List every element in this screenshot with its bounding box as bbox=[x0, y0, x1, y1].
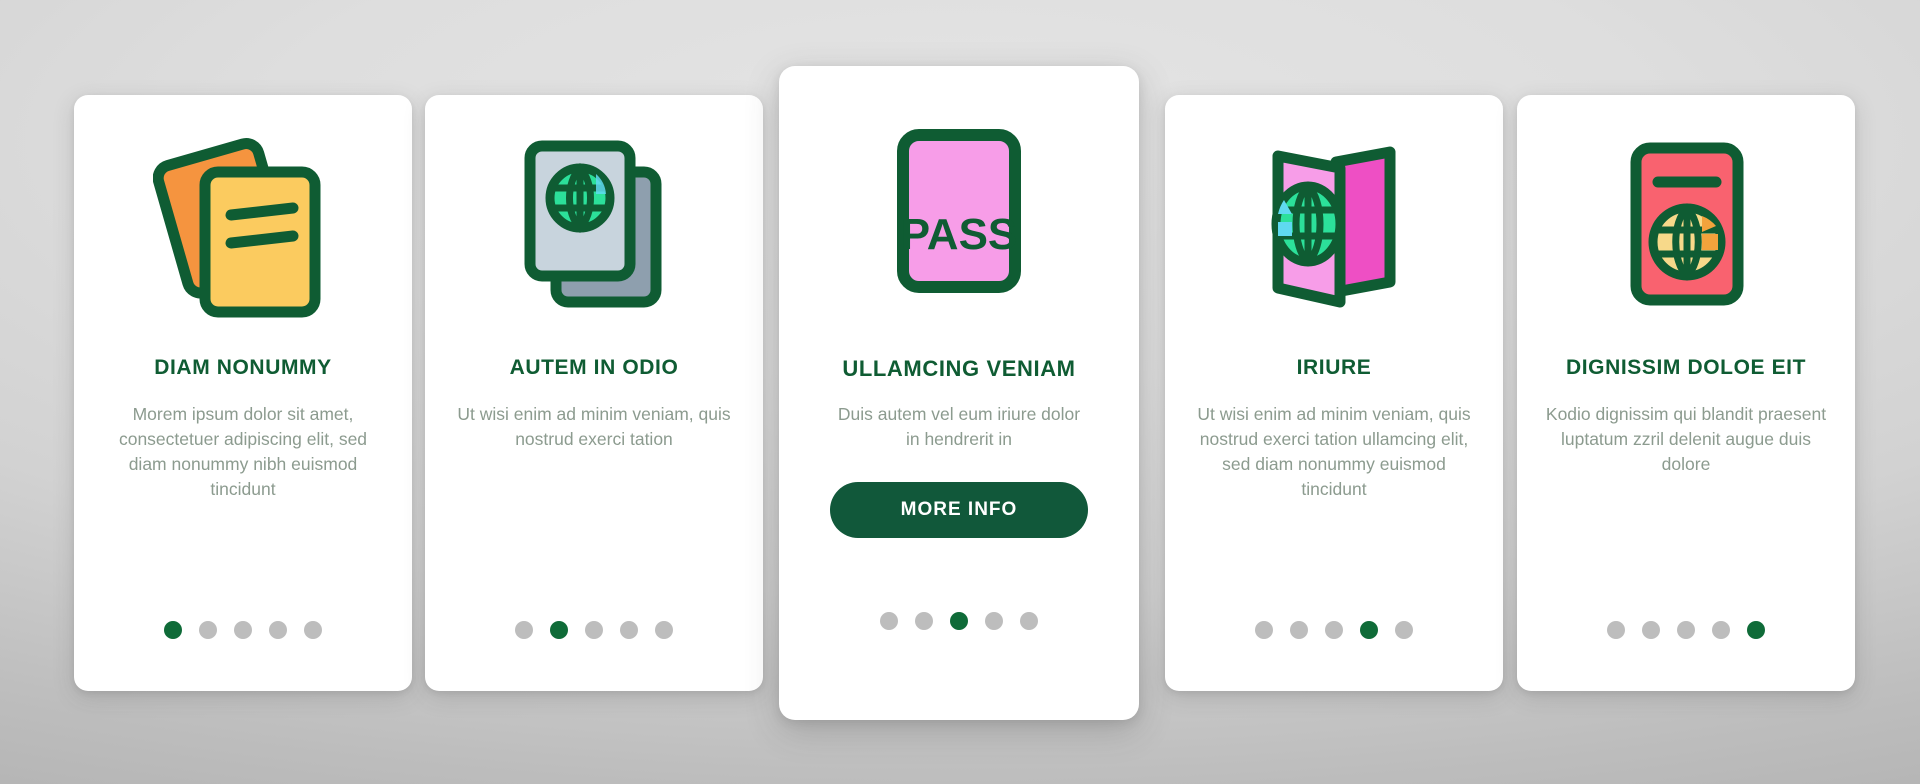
open-passport-icon bbox=[1244, 130, 1424, 320]
onboarding-card-2[interactable]: AUTEM IN ODIO Ut wisi enim ad minim veni… bbox=[425, 95, 763, 691]
card-3-title: ULLAMCING VENIAM bbox=[842, 356, 1076, 381]
pagination-dot[interactable] bbox=[1395, 621, 1413, 639]
card-3-icon-area: PASS bbox=[779, 66, 1139, 356]
card-1-icon-area bbox=[74, 95, 412, 355]
pagination-dot[interactable] bbox=[550, 621, 568, 639]
card-5-icon-area bbox=[1517, 95, 1855, 355]
more-info-button[interactable]: MORE INFO bbox=[830, 482, 1088, 539]
card-4-title: IRIURE bbox=[1296, 356, 1372, 379]
pagination-dot[interactable] bbox=[269, 621, 287, 639]
pagination-dot[interactable] bbox=[880, 612, 898, 630]
pass-card-icon: PASS bbox=[879, 121, 1039, 301]
pagination-dot[interactable] bbox=[655, 621, 673, 639]
pagination-dot[interactable] bbox=[1642, 621, 1660, 639]
pagination-dot[interactable] bbox=[304, 621, 322, 639]
card-5-pagination-dots[interactable] bbox=[1517, 621, 1855, 639]
pagination-dot[interactable] bbox=[1255, 621, 1273, 639]
pagination-dot[interactable] bbox=[515, 621, 533, 639]
onboarding-card-5[interactable]: DIGNISSIM DOLOE EIT Kodio dignissim qui … bbox=[1517, 95, 1855, 691]
card-4-icon-area bbox=[1165, 95, 1503, 355]
card-2-title: AUTEM IN ODIO bbox=[509, 356, 679, 379]
passport-cover-icon bbox=[1596, 130, 1776, 320]
pagination-dot[interactable] bbox=[915, 612, 933, 630]
card-3-body: Duis autem vel eum iriure dolor in hendr… bbox=[837, 404, 1081, 450]
passport-books-stack-icon bbox=[504, 130, 684, 320]
onboarding-screens-stage: DIAM NONUMMY Morem ipsum dolor sit amet,… bbox=[0, 0, 1920, 784]
pagination-dot[interactable] bbox=[985, 612, 1003, 630]
pagination-dot[interactable] bbox=[1360, 621, 1378, 639]
pagination-dot[interactable] bbox=[1020, 612, 1038, 630]
onboarding-card-4[interactable]: IRIURE Ut wisi enim ad minim veniam, qui… bbox=[1165, 95, 1503, 691]
card-3-pagination-dots[interactable] bbox=[779, 612, 1139, 630]
card-1-title: DIAM NONUMMY bbox=[154, 356, 332, 379]
pagination-dot[interactable] bbox=[1677, 621, 1695, 639]
card-2-body: Ut wisi enim ad minim veniam, quis nostr… bbox=[457, 404, 731, 450]
pagination-dot[interactable] bbox=[1290, 621, 1308, 639]
pagination-dot[interactable] bbox=[1747, 621, 1765, 639]
pagination-dot[interactable] bbox=[164, 621, 182, 639]
pagination-dot[interactable] bbox=[585, 621, 603, 639]
pagination-dot[interactable] bbox=[950, 612, 968, 630]
card-2-icon-area bbox=[425, 95, 763, 355]
pagination-dot[interactable] bbox=[1325, 621, 1343, 639]
onboarding-card-3[interactable]: PASS ULLAMCING VENIAM Duis autem vel eum… bbox=[779, 66, 1139, 720]
card-5-title: DIGNISSIM DOLOE EIT bbox=[1565, 356, 1807, 379]
pass-card-label: PASS bbox=[901, 210, 1018, 259]
pagination-dot[interactable] bbox=[620, 621, 638, 639]
documents-stack-icon bbox=[153, 130, 333, 320]
card-1-pagination-dots[interactable] bbox=[74, 621, 412, 639]
pagination-dot[interactable] bbox=[1607, 621, 1625, 639]
card-1-body: Morem ipsum dolor sit amet, consectetuer… bbox=[118, 404, 368, 499]
pagination-dot[interactable] bbox=[234, 621, 252, 639]
card-2-pagination-dots[interactable] bbox=[425, 621, 763, 639]
onboarding-card-1[interactable]: DIAM NONUMMY Morem ipsum dolor sit amet,… bbox=[74, 95, 412, 691]
card-4-body: Ut wisi enim ad minim veniam, quis nostr… bbox=[1197, 404, 1471, 499]
card-5-body: Kodio dignissim qui blandit praesent lup… bbox=[1545, 404, 1827, 474]
pagination-dot[interactable] bbox=[1712, 621, 1730, 639]
card-4-pagination-dots[interactable] bbox=[1165, 621, 1503, 639]
pagination-dot[interactable] bbox=[199, 621, 217, 639]
